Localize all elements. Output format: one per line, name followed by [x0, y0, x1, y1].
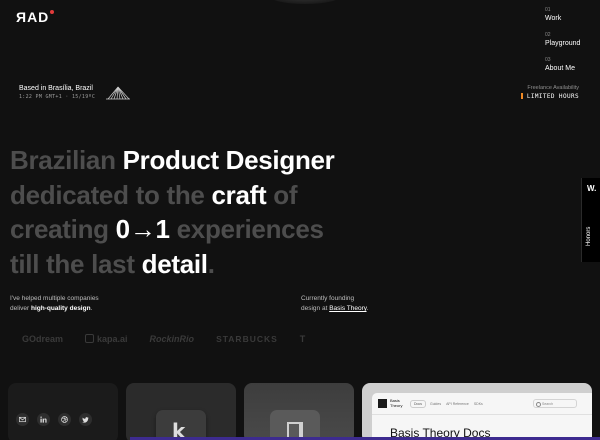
logo-dot: [50, 10, 55, 14]
location-title: Based in Brasília, Brazil: [19, 85, 93, 92]
blurb-line: deliver high-quality design.: [10, 304, 99, 314]
headline-text: Brazilian: [10, 145, 123, 175]
client-logos: GOdream kapa.ai RockinRio STARBUCKS T: [22, 332, 327, 346]
current-role-blurb: Currently founding design at Basis Theor…: [301, 294, 368, 314]
headline-line-2: dedicated to the craft of: [10, 178, 335, 213]
nav-label: Work: [545, 15, 562, 22]
hero-headline: Brazilian Product Designer dedicated to …: [10, 143, 335, 281]
blurb-text: .: [366, 305, 369, 312]
linkedin-icon[interactable]: [37, 413, 50, 426]
basis-theory-preview: Basis Theory Docs Guides API Reference S…: [372, 393, 592, 440]
preview-link: Guides: [429, 401, 442, 406]
freelance-availability: Freelance Availability LIMITED HOURS: [520, 84, 579, 102]
preview-brand: Basis Theory: [390, 398, 403, 408]
preview-search: Search: [533, 399, 577, 408]
twitter-icon[interactable]: [79, 413, 92, 426]
client-logo-partial: T: [299, 334, 306, 344]
main-nav: 01 Work 02 Playground 03 About Me: [545, 7, 580, 82]
preview-navbar: Basis Theory Docs Guides API Reference S…: [372, 393, 592, 415]
status-indicator: [520, 93, 523, 99]
headline-highlight: 0→1: [115, 214, 170, 244]
preview-tab-docs: Docs: [410, 399, 426, 408]
blurb-emphasis: high-quality design: [30, 305, 91, 312]
honors-label: Honors: [586, 226, 592, 246]
freelance-title: Freelance Availability: [527, 85, 579, 91]
nav-num: 01: [545, 7, 551, 13]
nav-item-about[interactable]: 03 About Me: [545, 57, 580, 73]
nav-label: About Me: [545, 65, 575, 72]
preview-link: SDKs: [473, 401, 483, 406]
nav-num: 02: [545, 32, 551, 38]
headline-highlight: craft: [211, 179, 267, 210]
blurb-line: Currently founding: [301, 295, 355, 302]
experience-blurb: I've helped multiple companies deliver h…: [10, 294, 99, 314]
kapa-app-icon: k: [156, 410, 206, 440]
client-name: kapa.ai: [97, 334, 128, 344]
mail-icon[interactable]: [16, 413, 29, 426]
blurb-line: design at Basis Theory.: [301, 304, 368, 314]
headline-text: of: [266, 179, 298, 210]
client-logo-starbucks: STARBUCKS: [216, 334, 278, 344]
freelance-status: LIMITED HOURS: [520, 92, 579, 102]
honors-tab[interactable]: W. Honors: [581, 178, 600, 262]
blurb-text: deliver: [10, 305, 31, 312]
headline-line-4: till the last detail.: [10, 247, 335, 282]
headline-text: .: [207, 248, 215, 279]
nav-item-playground[interactable]: 02 Playground: [545, 32, 580, 48]
basis-theory-logo-icon: [378, 399, 387, 408]
headline-line-3: creating 0→1 experiences: [10, 212, 335, 247]
nav-label: Playground: [545, 40, 581, 47]
preview-link: API Reference: [446, 401, 469, 406]
social-links: [16, 413, 100, 426]
cathedral-icon: [106, 86, 130, 100]
headline-text: dedicated to the: [10, 179, 212, 210]
nav-item-work[interactable]: 01 Work: [545, 7, 580, 23]
status-text: LIMITED HOURS: [526, 93, 579, 100]
headline-text: experiences: [169, 214, 324, 244]
blurb-text: .: [90, 305, 93, 312]
location-info: Based in Brasília, Brazil 1:22 PM GMT+1 …: [19, 84, 95, 101]
logo-text: ЯAD: [16, 9, 50, 25]
square-app-icon: [270, 410, 320, 440]
nav-num: 03: [545, 57, 551, 63]
headline-highlight: detail: [141, 248, 208, 279]
local-time: 1:22 PM GMT+1 · 15/19ºC: [19, 94, 96, 100]
awwwards-icon: W.: [587, 184, 597, 193]
headline-highlight: Product Designer: [122, 145, 335, 175]
headline-text: creating: [10, 214, 116, 244]
client-logo-rockinrio: RockinRio: [149, 334, 195, 344]
top-glow: [268, 0, 342, 4]
site-logo[interactable]: ЯAD: [16, 9, 55, 25]
client-logo-kapa: kapa.ai: [85, 334, 128, 344]
basis-theory-link[interactable]: Basis Theory: [329, 305, 366, 312]
headline-text: till the last: [10, 248, 142, 279]
social-card: [8, 383, 118, 440]
headline-line-1: Brazilian Product Designer: [10, 143, 335, 178]
dribbble-icon[interactable]: [58, 413, 71, 426]
client-logo-godream: GOdream: [22, 334, 64, 344]
blurb-text: design at: [301, 305, 330, 312]
kapa-mark-icon: [85, 334, 95, 343]
blurb-line: I've helped multiple companies: [10, 295, 99, 302]
